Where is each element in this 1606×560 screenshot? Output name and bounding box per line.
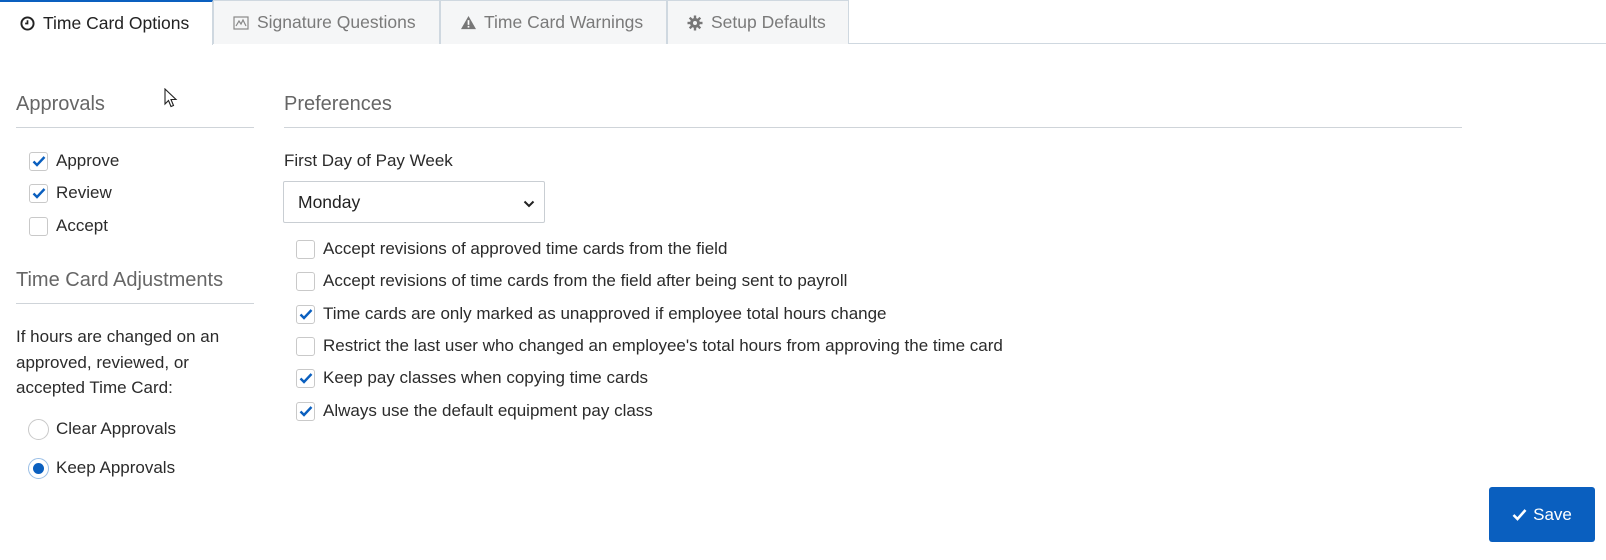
tab-label: Time Card Warnings [484,12,644,32]
review-checkbox-row[interactable]: Review [29,181,112,205]
gear-icon [686,14,704,32]
keep-approvals-radio[interactable] [28,457,49,479]
tab-label: Signature Questions [257,12,416,32]
adjustments-divider [16,303,254,304]
pref-label: Time cards are only marked as unapproved… [323,304,887,323]
pref-option-row[interactable]: Accept revisions of approved time cards … [296,237,727,261]
signature-icon [232,14,250,32]
chevron-down-icon [522,195,536,216]
review-checkbox[interactable] [29,183,48,203]
clear-approvals-radio[interactable] [28,418,49,440]
clear-approvals-label: Clear Approvals [56,419,177,438]
clock-icon [18,15,36,33]
first-day-select[interactable]: Monday [283,181,545,223]
approvals-divider [16,127,254,128]
first-day-label: First Day of Pay Week [284,151,453,170]
approvals-title: Approvals [16,93,105,115]
pref-option-row[interactable]: Keep pay classes when copying time cards [296,366,648,390]
save-button[interactable]: Save [1489,487,1595,542]
pref-option-row[interactable]: Restrict the last user who changed an em… [296,334,1003,358]
tab-time-card-options[interactable]: Time Card Options [0,0,213,45]
tab-label: Setup Defaults [711,12,826,32]
preferences-divider [284,127,1462,128]
check-icon [1512,508,1527,521]
pref-label: Always use the default equipment pay cla… [323,401,653,420]
pref-checkbox[interactable] [296,336,315,356]
accept-checkbox-row[interactable]: Accept [29,214,108,238]
tab-bar: Time Card Options Signature Questions Ti… [0,0,1606,45]
tab-time-card-warnings[interactable]: Time Card Warnings [440,0,667,44]
approve-checkbox-row[interactable]: Approve [29,149,119,173]
pref-label: Accept revisions of time cards from the … [323,271,848,290]
pref-option-row[interactable]: Accept revisions of time cards from the … [296,269,847,293]
adjustments-title: Time Card Adjustments [16,269,224,291]
preferences-title: Preferences [284,93,392,115]
tab-signature-questions[interactable]: Signature Questions [213,0,440,44]
pref-option-row[interactable]: Always use the default equipment pay cla… [296,399,653,423]
pref-checkbox[interactable] [296,401,315,421]
pref-label: Restrict the last user who changed an em… [323,336,1003,355]
pref-checkbox[interactable] [296,271,315,291]
approve-checkbox[interactable] [29,151,48,171]
review-label: Review [56,183,112,202]
pref-checkbox[interactable] [296,239,315,259]
warning-icon [459,14,477,32]
accept-label: Accept [56,216,108,235]
mouse-cursor-icon [164,87,178,113]
adjustments-description: If hours are changed on an approved, rev… [16,327,220,397]
clear-approvals-radio-row[interactable]: Clear Approvals [28,417,176,441]
pref-option-row[interactable]: Time cards are only marked as unapproved… [296,302,887,326]
keep-approvals-label: Keep Approvals [56,458,176,477]
save-label: Save [1533,504,1572,524]
tab-label: Time Card Options [43,13,190,33]
tab-setup-defaults[interactable]: Setup Defaults [667,0,849,44]
keep-approvals-radio-row[interactable]: Keep Approvals [28,456,175,480]
pref-label: Keep pay classes when copying time cards [323,368,649,387]
first-day-value: Monday [298,191,361,212]
accept-checkbox[interactable] [29,216,48,236]
pref-checkbox[interactable] [296,368,315,388]
pref-label: Accept revisions of approved time cards … [323,239,728,258]
pref-checkbox[interactable] [296,304,315,324]
approve-label: Approve [56,151,120,170]
